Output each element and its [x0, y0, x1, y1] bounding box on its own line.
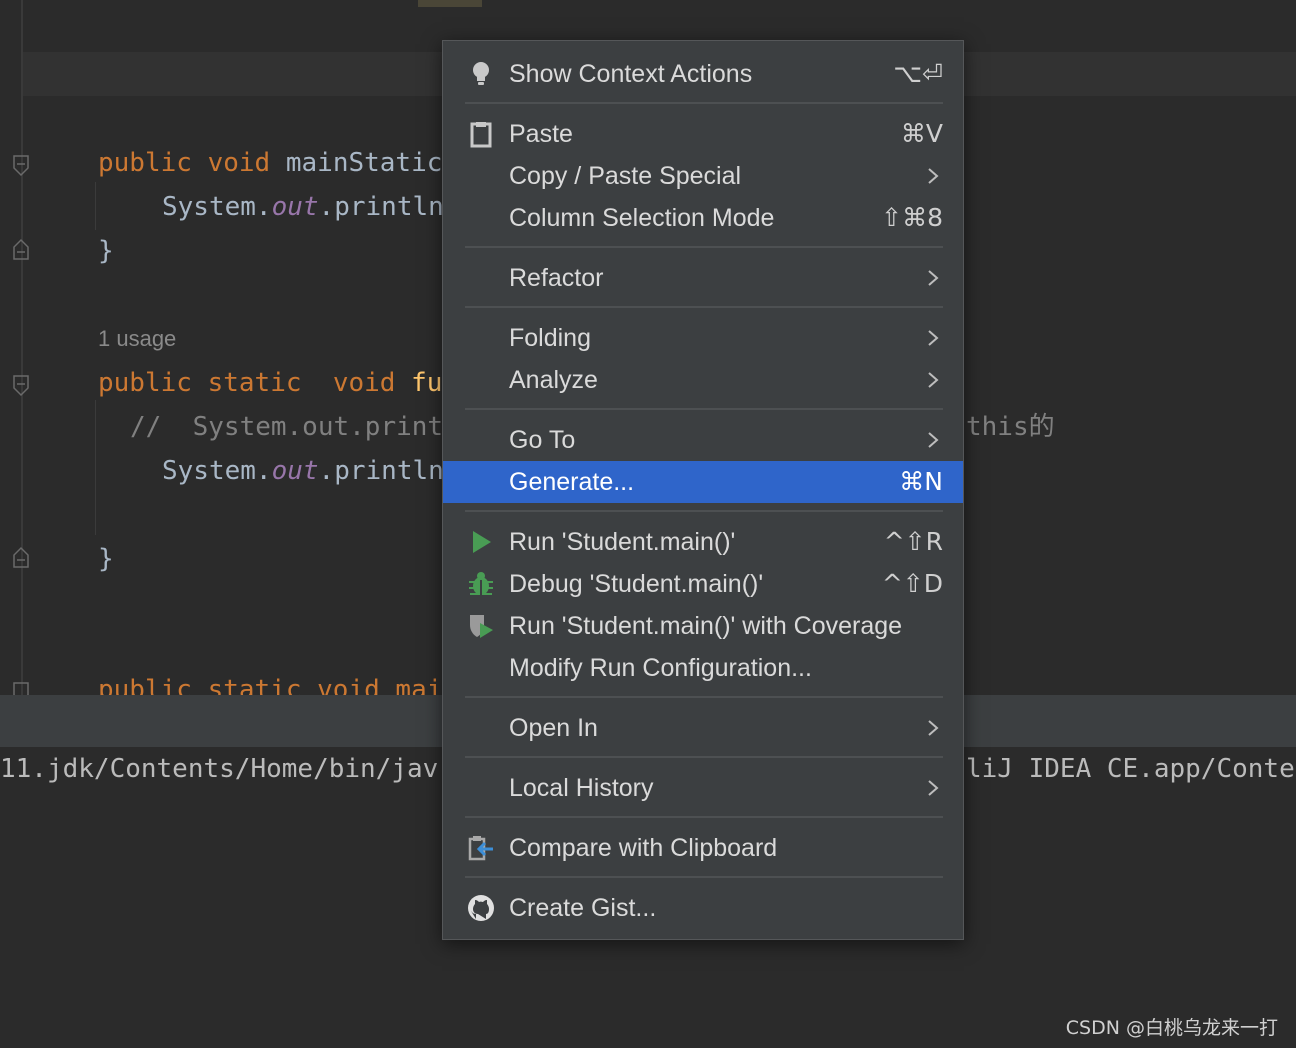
- menu-item-shortcut: ⇧⌘8: [881, 203, 943, 232]
- chevron-right-icon: [927, 329, 939, 347]
- menu-item-create-gist[interactable]: Create Gist...: [445, 887, 961, 929]
- watermark: CSDN @白桃乌龙来一打: [1065, 1017, 1278, 1039]
- fold-toggle-icon[interactable]: [13, 375, 29, 397]
- menu-item-show-context-actions[interactable]: Show Context Actions ⌥⏎: [445, 53, 961, 95]
- method-name: fu: [411, 368, 443, 398]
- chevron-right-icon: [927, 719, 939, 737]
- code-line[interactable]: public void mainStatic: [98, 148, 442, 178]
- code-comment-tail[interactable]: this的: [966, 412, 1055, 442]
- menu-separator: [465, 816, 943, 818]
- menu-item-label: Column Selection Mode: [509, 204, 775, 232]
- menu-item-label: Folding: [509, 324, 591, 352]
- menu-item-folding[interactable]: Folding: [445, 317, 961, 359]
- menu-item-compare-with-clipboard[interactable]: Compare with Clipboard: [445, 827, 961, 869]
- menu-item-debug[interactable]: Debug 'Student.main()' ^⇧D: [445, 563, 961, 605]
- menu-item-open-in[interactable]: Open In: [445, 707, 961, 749]
- debug-bug-icon: [467, 570, 495, 598]
- menu-item-label: Compare with Clipboard: [509, 834, 778, 862]
- usage-hint[interactable]: 1 usage: [98, 326, 176, 352]
- code-object: System.: [162, 192, 272, 222]
- menu-item-shortcut: ⌘V: [900, 119, 943, 148]
- menu-item-label: Refactor: [509, 264, 604, 292]
- menu-item-column-selection-mode[interactable]: Column Selection Mode ⇧⌘8: [445, 197, 961, 239]
- clipboard-icon: [467, 120, 495, 148]
- gutter-divider: [21, 0, 23, 695]
- lightbulb-icon: [467, 60, 495, 88]
- console-line-tail[interactable]: liJ IDEA CE.app/Conte: [966, 754, 1295, 784]
- static-field: out: [271, 456, 319, 486]
- menu-item-modify-run-configuration[interactable]: Modify Run Configuration...: [445, 647, 961, 689]
- menu-separator: [465, 756, 943, 758]
- menu-item-label: Paste: [509, 120, 573, 148]
- menu-separator: [465, 510, 943, 512]
- menu-separator: [465, 306, 943, 308]
- menu-item-label: Generate...: [509, 468, 635, 496]
- menu-item-label: Debug 'Student.main()': [509, 570, 764, 598]
- code-call: .println: [318, 456, 444, 486]
- chevron-right-icon: [927, 779, 939, 797]
- fold-end-icon[interactable]: [13, 546, 29, 568]
- keyword: public: [98, 368, 192, 398]
- keyword: void: [332, 368, 396, 398]
- closing-brace[interactable]: }: [98, 544, 114, 574]
- menu-item-shortcut: ^⇧D: [881, 569, 943, 598]
- menu-item-label: Modify Run Configuration...: [509, 654, 812, 682]
- code-line-partial[interactable]: public static void mai: [98, 675, 442, 695]
- chevron-right-icon: [927, 269, 939, 287]
- keyword: static: [207, 368, 302, 398]
- menu-item-shortcut: ^⇧R: [883, 527, 943, 556]
- chevron-right-icon: [927, 431, 939, 449]
- code-line[interactable]: System.out.println: [162, 456, 444, 486]
- console-line[interactable]: 11.jdk/Contents/Home/bin/jav: [0, 754, 438, 784]
- keyword: void: [207, 148, 271, 178]
- menu-item-label: Analyze: [509, 366, 598, 394]
- menu-separator: [465, 246, 943, 248]
- chevron-right-icon: [927, 167, 939, 185]
- menu-item-local-history[interactable]: Local History: [445, 767, 961, 809]
- menu-item-generate[interactable]: Generate... ⌘N: [443, 461, 963, 503]
- code-line[interactable]: System.out.println: [162, 192, 444, 222]
- context-menu: Show Context Actions ⌥⏎ Paste ⌘V Copy / …: [442, 40, 964, 940]
- coverage-icon: [467, 612, 495, 640]
- menu-item-run[interactable]: Run 'Student.main()' ^⇧R: [445, 521, 961, 563]
- menu-item-label: Run 'Student.main()': [509, 528, 736, 556]
- menu-separator: [465, 876, 943, 878]
- keyword: public: [98, 148, 192, 178]
- static-field: out: [271, 192, 319, 222]
- menu-item-label: Local History: [509, 774, 654, 802]
- menu-item-refactor[interactable]: Refactor: [445, 257, 961, 299]
- code-call: .println: [318, 192, 444, 222]
- menu-item-label: Run 'Student.main()' with Coverage: [509, 612, 903, 640]
- indent-guide: [95, 182, 96, 230]
- method-name: mainStatic: [285, 148, 443, 178]
- menu-item-analyze[interactable]: Analyze: [445, 359, 961, 401]
- menu-item-paste[interactable]: Paste ⌘V: [445, 113, 961, 155]
- compare-clipboard-icon: [467, 834, 495, 862]
- menu-separator: [465, 408, 943, 410]
- closing-brace[interactable]: }: [98, 236, 114, 266]
- menu-separator: [465, 102, 943, 104]
- github-icon: [467, 894, 495, 922]
- menu-item-label: Show Context Actions: [509, 60, 753, 88]
- text-selection-highlight: [418, 0, 482, 7]
- fold-toggle-icon[interactable]: [13, 155, 29, 177]
- menu-item-shortcut: ⌘N: [899, 467, 943, 496]
- code-line[interactable]: public static void fu: [98, 368, 442, 398]
- menu-item-label: Go To: [509, 426, 576, 454]
- code-comment[interactable]: // System.out.print: [130, 412, 443, 442]
- menu-item-run-with-coverage[interactable]: Run 'Student.main()' with Coverage: [445, 605, 961, 647]
- menu-item-copy-paste-special[interactable]: Copy / Paste Special: [445, 155, 961, 197]
- menu-item-shortcut: ⌥⏎: [893, 59, 943, 88]
- menu-item-label: Create Gist...: [509, 894, 657, 922]
- fold-toggle-icon[interactable]: [13, 682, 29, 695]
- fold-end-icon[interactable]: [13, 238, 29, 260]
- code-object: System.: [162, 456, 272, 486]
- menu-item-label: Open In: [509, 714, 598, 742]
- menu-item-label: Copy / Paste Special: [509, 162, 742, 190]
- menu-separator: [465, 696, 943, 698]
- run-icon: [467, 528, 495, 556]
- menu-item-go-to[interactable]: Go To: [445, 419, 961, 461]
- chevron-right-icon: [927, 371, 939, 389]
- indent-guide: [95, 400, 96, 535]
